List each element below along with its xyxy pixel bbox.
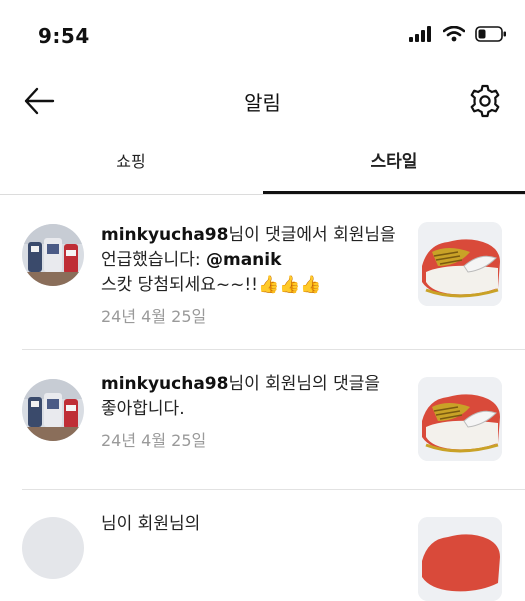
page-title: 알림 [244,91,281,115]
mention[interactable]: @manik [206,250,281,270]
status-time: 9:54 [38,24,90,48]
notification-date: 24년 4월 25일 [101,307,207,326]
username[interactable]: minkyucha98 [101,225,228,245]
sneaker-image [418,377,502,461]
avatar[interactable] [22,379,84,441]
notification-date: 24년 4월 25일 [101,431,207,450]
gear-icon [470,84,500,118]
status-icons [409,26,507,42]
divider [22,489,525,490]
sneaker-image [418,517,502,601]
thumbs-up-emoji: 👍👍👍 [258,275,322,295]
signal-icon [409,26,431,42]
sneaker-image [418,222,502,306]
post-thumbnail[interactable] [418,377,502,461]
comment-text: 스캇 당첨되세요~~!! [101,275,259,295]
active-tab-indicator [263,191,525,194]
avatar-image [22,517,84,579]
tab-bar: 쇼핑 스타일 [0,140,525,195]
notification-text: minkyucha98님이 회원님의 댓글을 좋아합니다. 24년 4월 25일 [101,372,401,453]
avatar-image [22,379,84,441]
wifi-icon [443,26,465,42]
tab-style[interactable]: 스타일 [263,140,525,194]
avatar[interactable] [22,517,84,579]
tab-shopping[interactable]: 쇼핑 [0,140,262,194]
post-thumbnail[interactable] [418,517,502,601]
nav-bar: 알림 [0,70,525,132]
username[interactable]: minkyucha98 [101,374,228,394]
settings-button[interactable] [467,83,503,119]
avatar[interactable] [22,224,84,286]
message-text: 님이 회원님의 [101,514,201,534]
post-thumbnail[interactable] [418,222,502,306]
notification-text: minkyucha98님이 댓글에서 회원님을 언급했습니다: @manik 스… [101,223,401,329]
avatar-image [22,224,84,286]
status-bar: 9:54 [0,0,525,70]
divider [22,349,525,350]
battery-icon [475,26,506,42]
